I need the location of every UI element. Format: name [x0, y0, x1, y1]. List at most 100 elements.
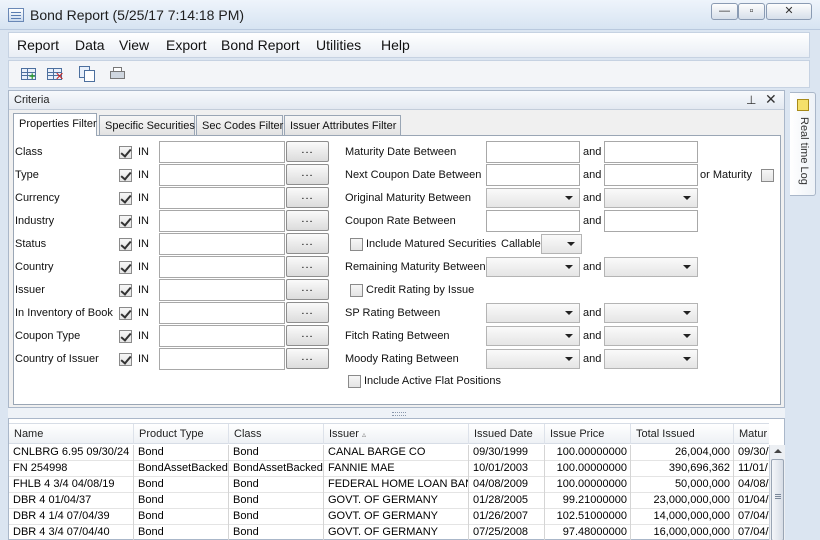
- delete-row-icon[interactable]: ✕: [46, 66, 64, 83]
- close-panel-icon[interactable]: ✕: [765, 92, 777, 107]
- issuer-checkbox[interactable]: [119, 284, 132, 297]
- print-icon[interactable]: [109, 66, 127, 83]
- callable-select[interactable]: [541, 234, 582, 254]
- table-row[interactable]: DBR 4 01/04/37 Bond Bond GOVT. OF GERMAN…: [9, 493, 769, 509]
- next-coupon-from[interactable]: [486, 164, 580, 186]
- minimize-button[interactable]: —: [711, 3, 738, 20]
- close-button[interactable]: ✕: [766, 3, 812, 20]
- column-header-product-type[interactable]: Product Type: [134, 424, 229, 444]
- column-header-total-issued[interactable]: Total Issued: [631, 424, 734, 444]
- tab-sec-codes-filter[interactable]: Sec Codes Filter: [196, 115, 283, 135]
- grid-vertical-scrollbar[interactable]: [769, 445, 785, 540]
- in-inventory-checkbox[interactable]: [119, 307, 132, 320]
- menu-utilities[interactable]: Utilities: [316, 37, 361, 53]
- column-header-class[interactable]: Class: [229, 424, 324, 444]
- tab-issuer-attributes-filter[interactable]: Issuer Attributes Filter: [284, 115, 401, 135]
- class-input[interactable]: [159, 141, 285, 163]
- sp-rating-to-select[interactable]: [604, 303, 698, 323]
- menu-data[interactable]: Data: [75, 37, 105, 53]
- column-header-issue-price[interactable]: Issue Price: [545, 424, 631, 444]
- status-checkbox[interactable]: [119, 238, 132, 251]
- country-input[interactable]: [159, 256, 285, 278]
- cell-product-type: Bond: [134, 509, 229, 525]
- menu-view[interactable]: View: [119, 37, 149, 53]
- in-inventory-input[interactable]: [159, 302, 285, 324]
- class-browse-button[interactable]: ...: [286, 141, 329, 162]
- table-row[interactable]: CNLBRG 6.95 09/30/24 Bond Bond CANAL BAR…: [9, 445, 769, 461]
- coupon-type-checkbox[interactable]: [119, 330, 132, 343]
- status-input[interactable]: [159, 233, 285, 255]
- remaining-maturity-to-select[interactable]: [604, 257, 698, 277]
- maturity-date-from[interactable]: [486, 141, 580, 163]
- coupon-type-browse-button[interactable]: ...: [286, 325, 329, 346]
- issuer-browse-button[interactable]: ...: [286, 279, 329, 300]
- table-row[interactable]: DBR 4 3/4 07/04/40 Bond Bond GOVT. OF GE…: [9, 525, 769, 540]
- original-maturity-from-select[interactable]: [486, 188, 580, 208]
- original-maturity-to-select[interactable]: [604, 188, 698, 208]
- next-coupon-to[interactable]: [604, 164, 698, 186]
- scroll-up-icon[interactable]: [774, 449, 782, 453]
- coupon-rate-from[interactable]: [486, 210, 580, 232]
- next-coupon-label: Next Coupon Date Between: [345, 169, 482, 181]
- industry-browse-button[interactable]: ...: [286, 210, 329, 231]
- cell-name: DBR 4 01/04/37: [9, 493, 134, 509]
- original-maturity-label: Original Maturity Between: [345, 192, 471, 204]
- status-browse-button[interactable]: ...: [286, 233, 329, 254]
- add-row-icon[interactable]: +: [20, 66, 38, 83]
- country-checkbox[interactable]: [119, 261, 132, 274]
- country-browse-button[interactable]: ...: [286, 256, 329, 277]
- table-row[interactable]: FHLB 4 3/4 04/08/19 Bond Bond FEDERAL HO…: [9, 477, 769, 493]
- country-of-issuer-browse-button[interactable]: ...: [286, 348, 329, 369]
- real-time-log-tab[interactable]: Real time Log: [790, 92, 816, 196]
- menu-bond-report[interactable]: Bond Report: [221, 37, 300, 53]
- currency-checkbox[interactable]: [119, 192, 132, 205]
- moody-rating-to-select[interactable]: [604, 349, 698, 369]
- issuer-input[interactable]: [159, 279, 285, 301]
- remaining-maturity-from-select[interactable]: [486, 257, 580, 277]
- type-browse-button[interactable]: ...: [286, 164, 329, 185]
- sp-rating-from-select[interactable]: [486, 303, 580, 323]
- fitch-rating-to-select[interactable]: [604, 326, 698, 346]
- remaining-maturity-label: Remaining Maturity Between: [345, 261, 486, 273]
- scrollbar-thumb[interactable]: [771, 459, 784, 540]
- include-flat-checkbox[interactable]: [348, 375, 361, 388]
- country-of-issuer-checkbox[interactable]: [119, 353, 132, 366]
- menu-export[interactable]: Export: [166, 37, 206, 53]
- fitch-rating-from-select[interactable]: [486, 326, 580, 346]
- cell-class: Bond: [229, 509, 324, 525]
- country-of-issuer-input[interactable]: [159, 348, 285, 370]
- fitch-rating-label: Fitch Rating Between: [345, 330, 450, 342]
- column-header-maturity[interactable]: Matur: [734, 424, 769, 444]
- column-header-issued-date[interactable]: Issued Date: [469, 424, 545, 444]
- menu-report[interactable]: Report: [17, 37, 59, 53]
- tab-specific-securities[interactable]: Specific Securities: [99, 115, 195, 135]
- type-input[interactable]: [159, 164, 285, 186]
- currency-browse-button[interactable]: ...: [286, 187, 329, 208]
- type-checkbox[interactable]: [119, 169, 132, 182]
- copy-icon[interactable]: [79, 66, 97, 83]
- maturity-date-label: Maturity Date Between: [345, 146, 457, 158]
- menu-help[interactable]: Help: [381, 37, 410, 53]
- coupon-type-input[interactable]: [159, 325, 285, 347]
- table-row[interactable]: DBR 4 1/4 07/04/39 Bond Bond GOVT. OF GE…: [9, 509, 769, 525]
- column-header-name[interactable]: Name: [9, 424, 134, 444]
- industry-input[interactable]: [159, 210, 285, 232]
- currency-input[interactable]: [159, 187, 285, 209]
- tab-properties-filter[interactable]: Properties Filter: [13, 113, 97, 136]
- in-inventory-browse-button[interactable]: ...: [286, 302, 329, 323]
- table-row[interactable]: FN 254998 BondAssetBacked BondAssetBacke…: [9, 461, 769, 477]
- maximize-button[interactable]: ▫: [738, 3, 765, 20]
- maturity-date-to[interactable]: [604, 141, 698, 163]
- credit-rating-checkbox[interactable]: [350, 284, 363, 297]
- panel-splitter[interactable]: [8, 408, 785, 418]
- class-checkbox[interactable]: [119, 146, 132, 159]
- include-matured-checkbox[interactable]: [350, 238, 363, 251]
- industry-checkbox[interactable]: [119, 215, 132, 228]
- column-header-issuer[interactable]: Issuer ▵: [324, 424, 469, 444]
- cell-issuer: GOVT. OF GERMANY: [324, 509, 469, 525]
- or-maturity-checkbox[interactable]: [761, 169, 774, 182]
- moody-rating-from-select[interactable]: [486, 349, 580, 369]
- cell-total-issued: 26,004,000: [631, 445, 734, 461]
- coupon-rate-to[interactable]: [604, 210, 698, 232]
- pin-icon[interactable]: ⊥: [746, 93, 756, 107]
